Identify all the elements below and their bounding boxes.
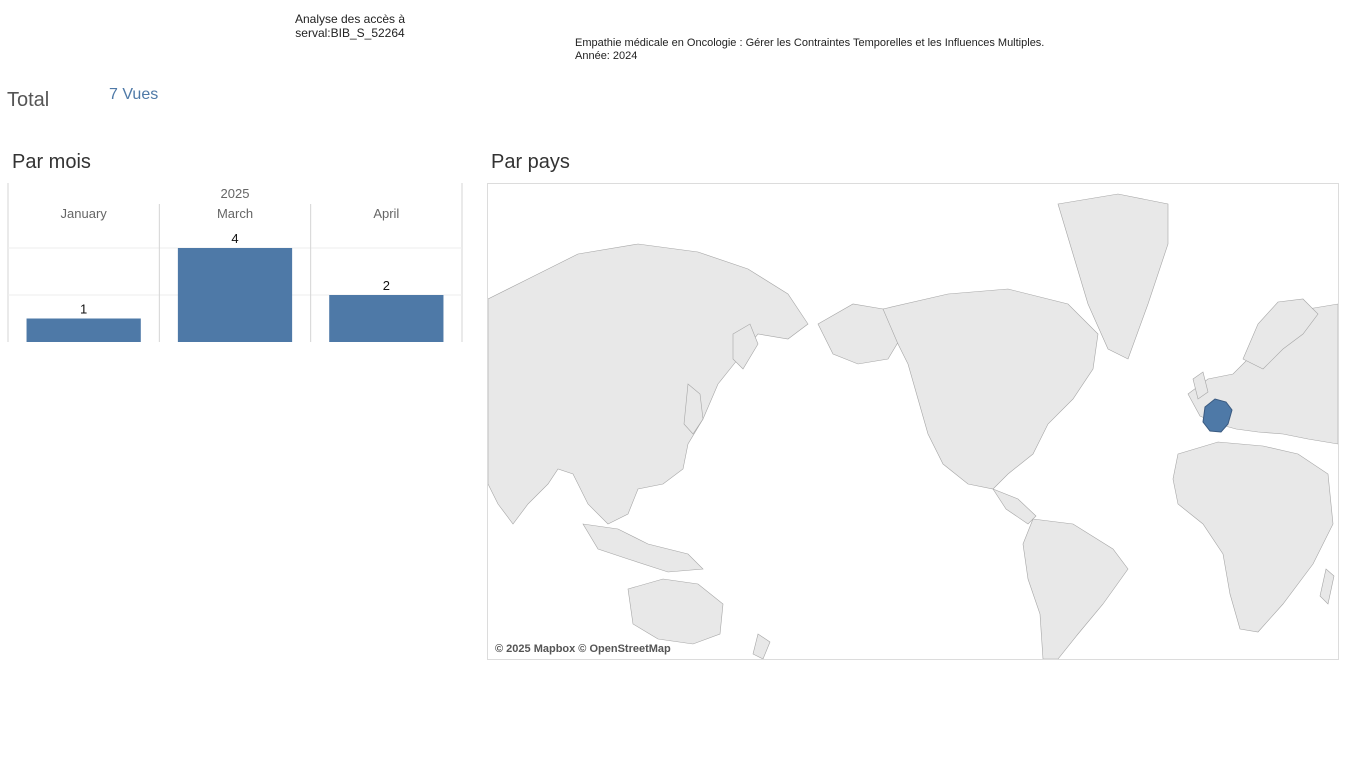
map-land-australia [627,578,724,645]
monthly-views-bar-chart: 2025 January 1 March 4 April 2 [7,183,463,342]
total-label: Total [7,89,50,111]
report-title: Analyse des accès à serval:BIB_S_52264 [270,12,430,40]
country-map[interactable]: © 2025 Mapbox © OpenStreetMap [487,183,1339,660]
document-title: Empathie médicale en Oncologie : Gérer l… [575,37,1045,49]
map-land-se-asia [582,523,704,573]
report-title-line2: serval:BIB_S_52264 [295,26,405,40]
map-land-asia [488,243,809,525]
map-land-south-america [1022,518,1129,659]
map-land-africa [1172,441,1334,633]
bar-data-label: 1 [80,302,87,317]
report-title-line1: Analyse des accès à [294,12,406,26]
total-views-value: 7 Vues [109,86,159,103]
section-title-by-month: Par mois [12,151,91,173]
category-label: April [373,206,399,221]
map-land-north-america [882,288,1099,490]
map-land-central-america [992,488,1037,525]
map-land-new-zealand [752,633,771,659]
bar-data-label: 2 [383,278,390,293]
section-title-by-country: Par pays [491,151,570,173]
document-year: Année: 2024 [575,50,638,62]
category-label: March [217,206,253,221]
bar [329,295,444,342]
map-land-madagascar [1319,568,1335,605]
year-group-label: 2025 [221,186,250,201]
world-map-svg [488,193,1338,659]
bar-data-label: 4 [231,231,238,246]
category-label: January [61,206,108,221]
document-info: Empathie médicale en Oncologie : Gérer l… [575,37,1044,63]
bar [177,248,293,342]
map-attribution: © 2025 Mapbox © OpenStreetMap [495,643,671,655]
bar [26,318,141,342]
